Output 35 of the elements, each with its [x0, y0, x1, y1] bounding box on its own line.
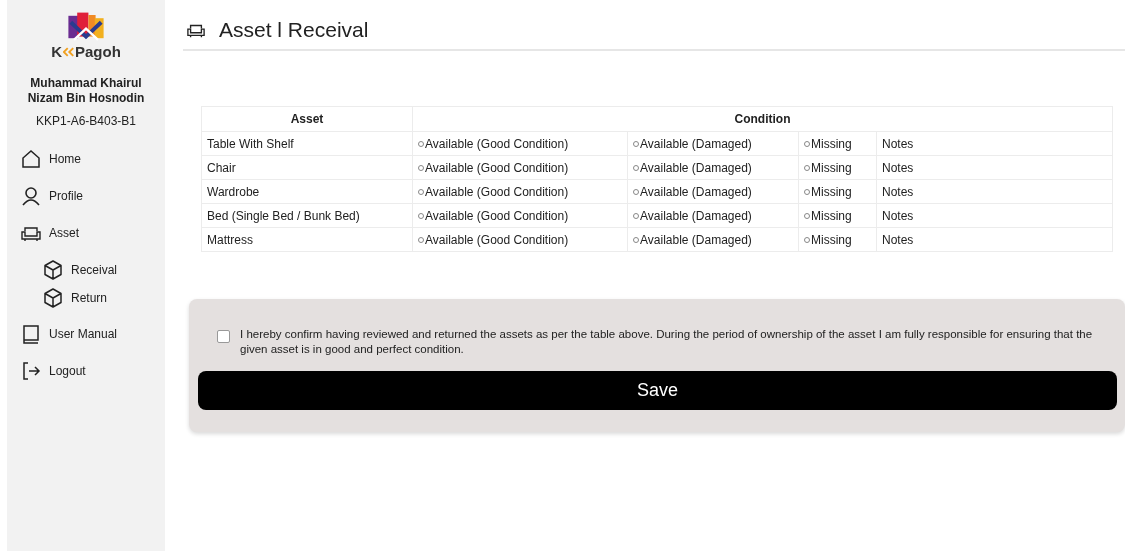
room-code: KKP1-A6-B403-B1 — [34, 114, 138, 128]
column-header: Condition — [412, 106, 1113, 132]
logo-icon — [66, 12, 106, 42]
nav-item[interactable]: Home — [21, 148, 81, 170]
confirm-text: I hereby confirm having reviewed and returned the assets as per the table above. During the period of ownership of the asset I am fully responsible for ensuring that the given asset is in good and perfect condition. — [240, 327, 1094, 357]
logo-text: Pagoh — [75, 43, 121, 60]
nav-item[interactable]: Profile — [21, 185, 83, 207]
asset-cell: Chair — [201, 155, 413, 180]
notes-cell: Notes — [876, 179, 1113, 204]
asset-cell: Bed (Single Bed / Bunk Bed) — [201, 203, 413, 228]
column-header: Asset — [201, 106, 413, 132]
book-icon — [21, 324, 41, 344]
asset-cell: Mattress — [201, 227, 413, 252]
cube-icon — [43, 288, 63, 308]
user-name: Muhammad Khairul Nizam Bin Hosnodin — [26, 76, 146, 106]
nav-subitem[interactable]: Return — [43, 287, 108, 309]
notes-cell: Notes — [876, 227, 1113, 252]
chevrons-icon — [63, 46, 74, 57]
notes-cell: Notes — [876, 131, 1113, 156]
logout-icon — [21, 361, 41, 381]
checkbox[interactable] — [217, 330, 230, 343]
cube-icon — [43, 260, 63, 280]
nav-item[interactable]: Asset — [21, 222, 79, 244]
notes-cell: Notes — [876, 155, 1113, 180]
person-icon — [21, 186, 41, 206]
asset-cell: Wardrobe — [201, 179, 413, 204]
nav-item[interactable]: Logout — [21, 360, 86, 382]
asset-cell: Table With Shelf — [201, 131, 413, 156]
logo-letter: K — [51, 43, 62, 60]
page-title: Asset l Receival — [219, 18, 369, 42]
nav-subitem[interactable]: Receival — [43, 259, 118, 281]
home-icon — [21, 149, 41, 169]
notes-cell: Notes — [876, 203, 1113, 228]
nav-item[interactable]: User Manual — [21, 323, 118, 345]
save-button[interactable]: Save — [198, 371, 1117, 410]
